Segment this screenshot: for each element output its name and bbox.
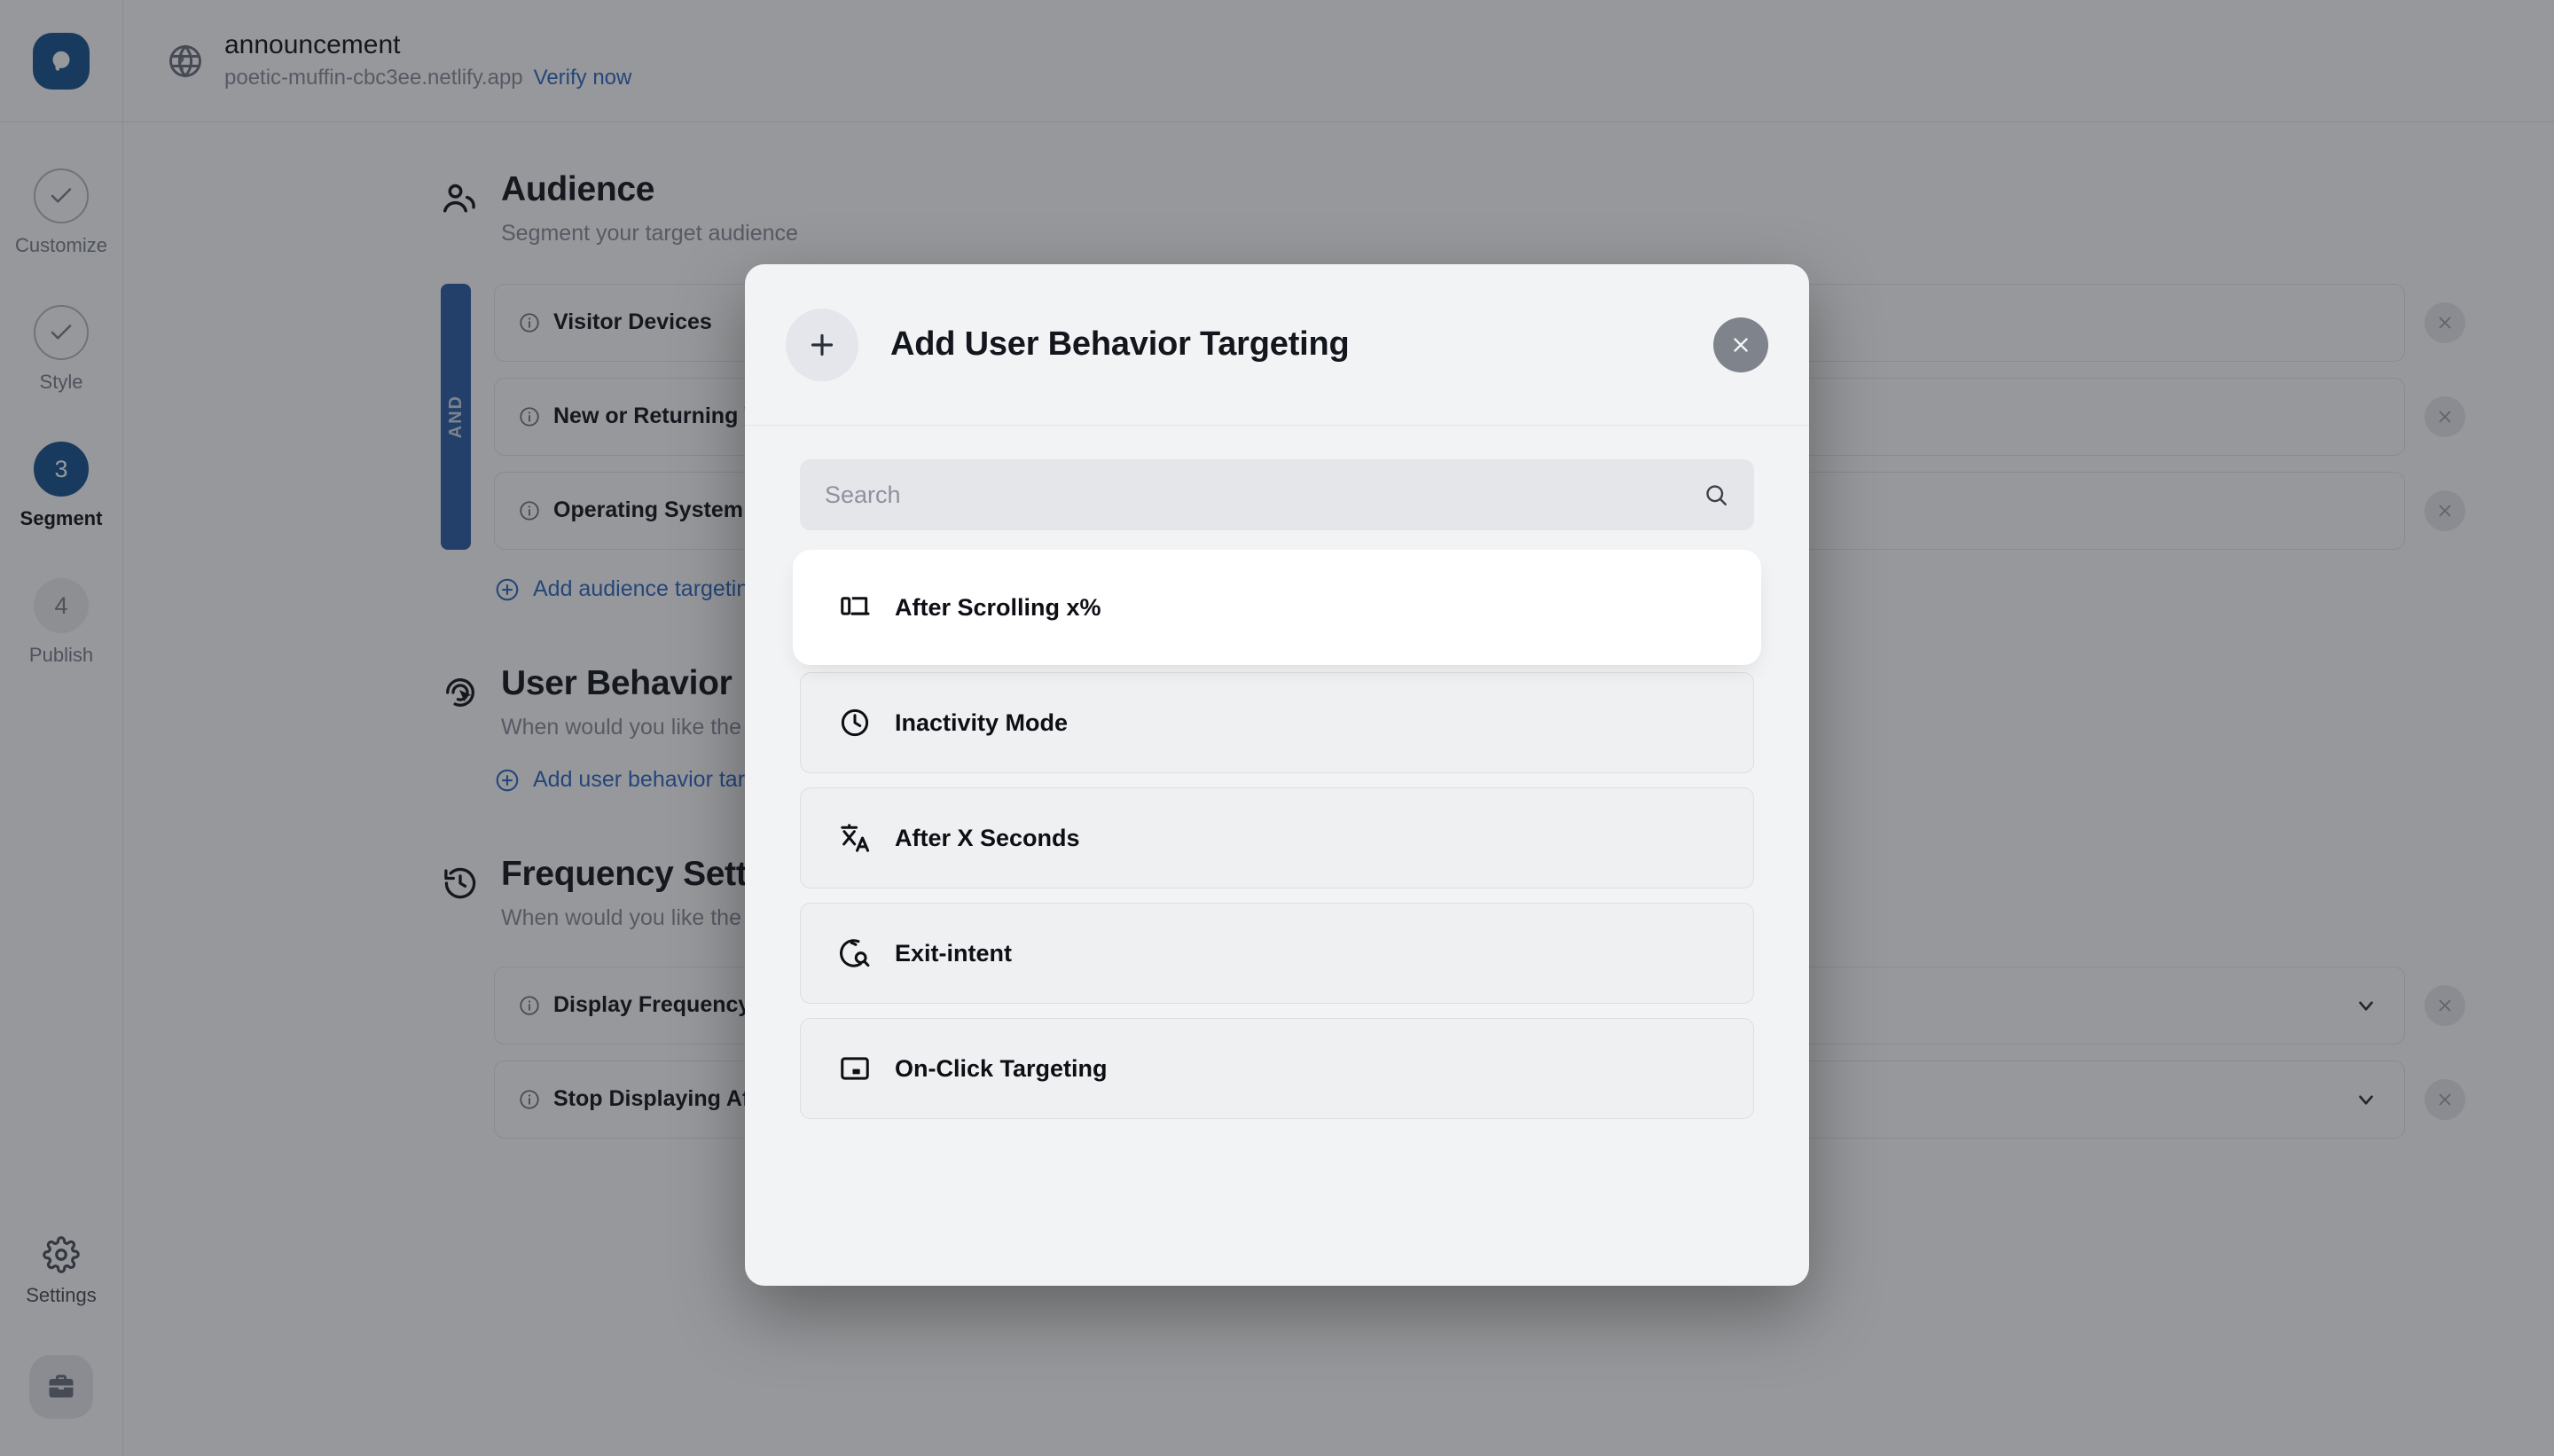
option-on-click-targeting[interactable]: On-Click Targeting [800, 1018, 1754, 1119]
close-icon [1734, 337, 1748, 352]
click-target-icon [838, 1052, 872, 1085]
option-exit-intent[interactable]: Exit-intent [800, 903, 1754, 1004]
translate-icon [838, 821, 872, 855]
behavior-option-list: After Scrolling x% Inactivity Mode After… [800, 557, 1754, 1119]
exit-intent-icon [838, 936, 872, 970]
option-after-scrolling[interactable]: After Scrolling x% [800, 557, 1754, 658]
option-label: Inactivity Mode [895, 708, 1069, 736]
modal-header: Add User Behavior Targeting [745, 264, 1809, 426]
modal-title: Add User Behavior Targeting [890, 325, 1350, 363]
option-inactivity-mode[interactable]: Inactivity Mode [800, 672, 1754, 773]
option-after-x-seconds[interactable]: After X Seconds [800, 787, 1754, 888]
option-label: On-Click Targeting [895, 1054, 1108, 1082]
close-modal-button[interactable] [1713, 317, 1768, 372]
modal-body: After Scrolling x% Inactivity Mode [745, 426, 1809, 1286]
scroll-device-icon [838, 591, 872, 624]
option-label: After X Seconds [895, 824, 1080, 851]
plus-icon [811, 333, 834, 356]
clock-icon [838, 706, 872, 740]
search-icon[interactable] [1703, 481, 1729, 508]
search-input[interactable] [825, 481, 1703, 509]
option-label: After Scrolling x% [895, 593, 1101, 621]
search-bar[interactable] [800, 459, 1754, 530]
modal-plus-badge [786, 308, 858, 381]
add-user-behavior-targeting-modal: Add User Behavior Targeting After S [745, 264, 1809, 1286]
option-label: Exit-intent [895, 939, 1012, 967]
